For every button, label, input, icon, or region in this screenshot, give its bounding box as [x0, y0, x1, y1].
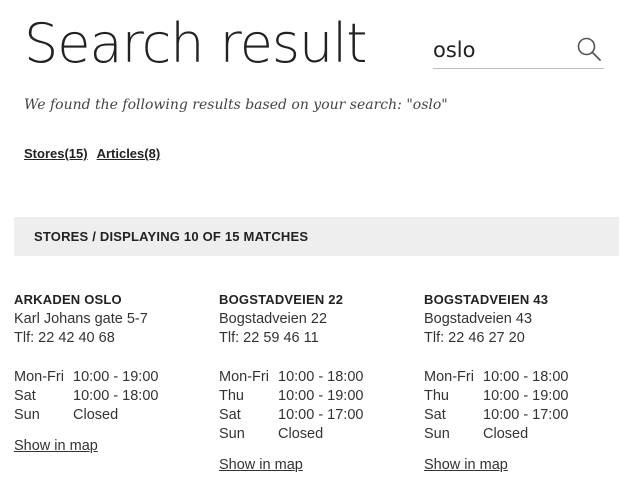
- hours-time: 10:00 - 18:00: [278, 369, 364, 385]
- hours-day: Mon-Fri: [14, 369, 64, 385]
- hours-time: Closed: [73, 407, 119, 423]
- hours-row: Sat 10:00 - 17:00: [219, 406, 419, 425]
- hours-row: Sun Closed: [14, 406, 214, 425]
- hours-row: Sat 10:00 - 17:00: [424, 406, 624, 425]
- hours-row: Mon-Fri 10:00 - 19:00: [14, 368, 214, 387]
- hours-time: 10:00 - 19:00: [73, 369, 159, 385]
- store-address: Karl Johans gate 5-7: [14, 311, 148, 327]
- store-name: ARKADEN OSLO: [14, 292, 122, 307]
- hours-time: 10:00 - 19:00: [278, 388, 364, 404]
- hours-row: Thu 10:00 - 19:00: [424, 387, 624, 406]
- search-input[interactable]: [433, 37, 563, 63]
- stores-count-label: STORES / DISPLAYING 10 OF 15 MATCHES: [34, 229, 309, 244]
- search-box: [433, 31, 604, 69]
- stores-section-header: STORES / DISPLAYING 10 OF 15 MATCHES: [14, 217, 619, 256]
- tab-stores[interactable]: Stores(15): [24, 146, 88, 161]
- hours-time: 10:00 - 18:00: [483, 369, 569, 385]
- opening-hours: Mon-Fri 10:00 - 18:00 Thu 10:00 - 19:00 …: [424, 368, 624, 444]
- opening-hours: Mon-Fri 10:00 - 18:00 Thu 10:00 - 19:00 …: [219, 368, 419, 444]
- store-address: Bogstadveien 22: [219, 311, 328, 327]
- hours-day: Mon-Fri: [424, 369, 474, 385]
- store-card: ARKADEN OSLO Karl Johans gate 5-7 Tlf: 2…: [14, 290, 214, 456]
- store-card: BOGSTADVEIEN 22 Bogstadveien 22 Tlf: 22 …: [219, 290, 419, 475]
- hours-row: Thu 10:00 - 19:00: [219, 387, 419, 406]
- hours-row: Mon-Fri 10:00 - 18:00: [219, 368, 419, 387]
- hours-day: Sat: [219, 407, 241, 423]
- store-phone: Tlf: 22 46 27 20: [424, 330, 525, 346]
- hours-row: Sun Closed: [424, 425, 624, 444]
- hours-day: Sun: [14, 407, 40, 423]
- hours-time: Closed: [278, 426, 324, 442]
- hours-row: Sun Closed: [219, 425, 419, 444]
- hours-day: Thu: [219, 388, 244, 404]
- store-phone: Tlf: 22 42 40 68: [14, 330, 115, 346]
- hours-day: Sat: [424, 407, 446, 423]
- hours-day: Sat: [14, 388, 36, 404]
- show-in-map-link[interactable]: Show in map: [14, 437, 98, 456]
- hours-day: Sun: [424, 426, 450, 442]
- store-name: BOGSTADVEIEN 22: [219, 292, 344, 307]
- hours-time: 10:00 - 17:00: [483, 407, 569, 423]
- hours-time: 10:00 - 19:00: [483, 388, 569, 404]
- hours-time: 10:00 - 17:00: [278, 407, 364, 423]
- hours-day: Sun: [219, 426, 245, 442]
- search-icon[interactable]: [576, 36, 602, 62]
- hours-time: Closed: [483, 426, 529, 442]
- store-address: Bogstadveien 43: [424, 311, 533, 327]
- hours-time: 10:00 - 18:00: [73, 388, 159, 404]
- show-in-map-link[interactable]: Show in map: [219, 456, 303, 475]
- hours-row: Mon-Fri 10:00 - 18:00: [424, 368, 624, 387]
- hours-day: Mon-Fri: [219, 369, 269, 385]
- page-title: Search result: [24, 12, 367, 75]
- opening-hours: Mon-Fri 10:00 - 19:00 Sat 10:00 - 18:00 …: [14, 368, 214, 425]
- tab-articles[interactable]: Articles(8): [97, 146, 161, 161]
- hours-day: Thu: [424, 388, 449, 404]
- hours-row: Sat 10:00 - 18:00: [14, 387, 214, 406]
- store-phone: Tlf: 22 59 46 11: [219, 330, 319, 346]
- result-filter-tabs: Stores(15) Articles(8): [24, 146, 169, 161]
- search-summary: We found the following results based on …: [24, 97, 448, 113]
- store-name: BOGSTADVEIEN 43: [424, 292, 549, 307]
- store-card: BOGSTADVEIEN 43 Bogstadveien 43 Tlf: 22 …: [424, 290, 624, 475]
- show-in-map-link[interactable]: Show in map: [424, 456, 508, 475]
